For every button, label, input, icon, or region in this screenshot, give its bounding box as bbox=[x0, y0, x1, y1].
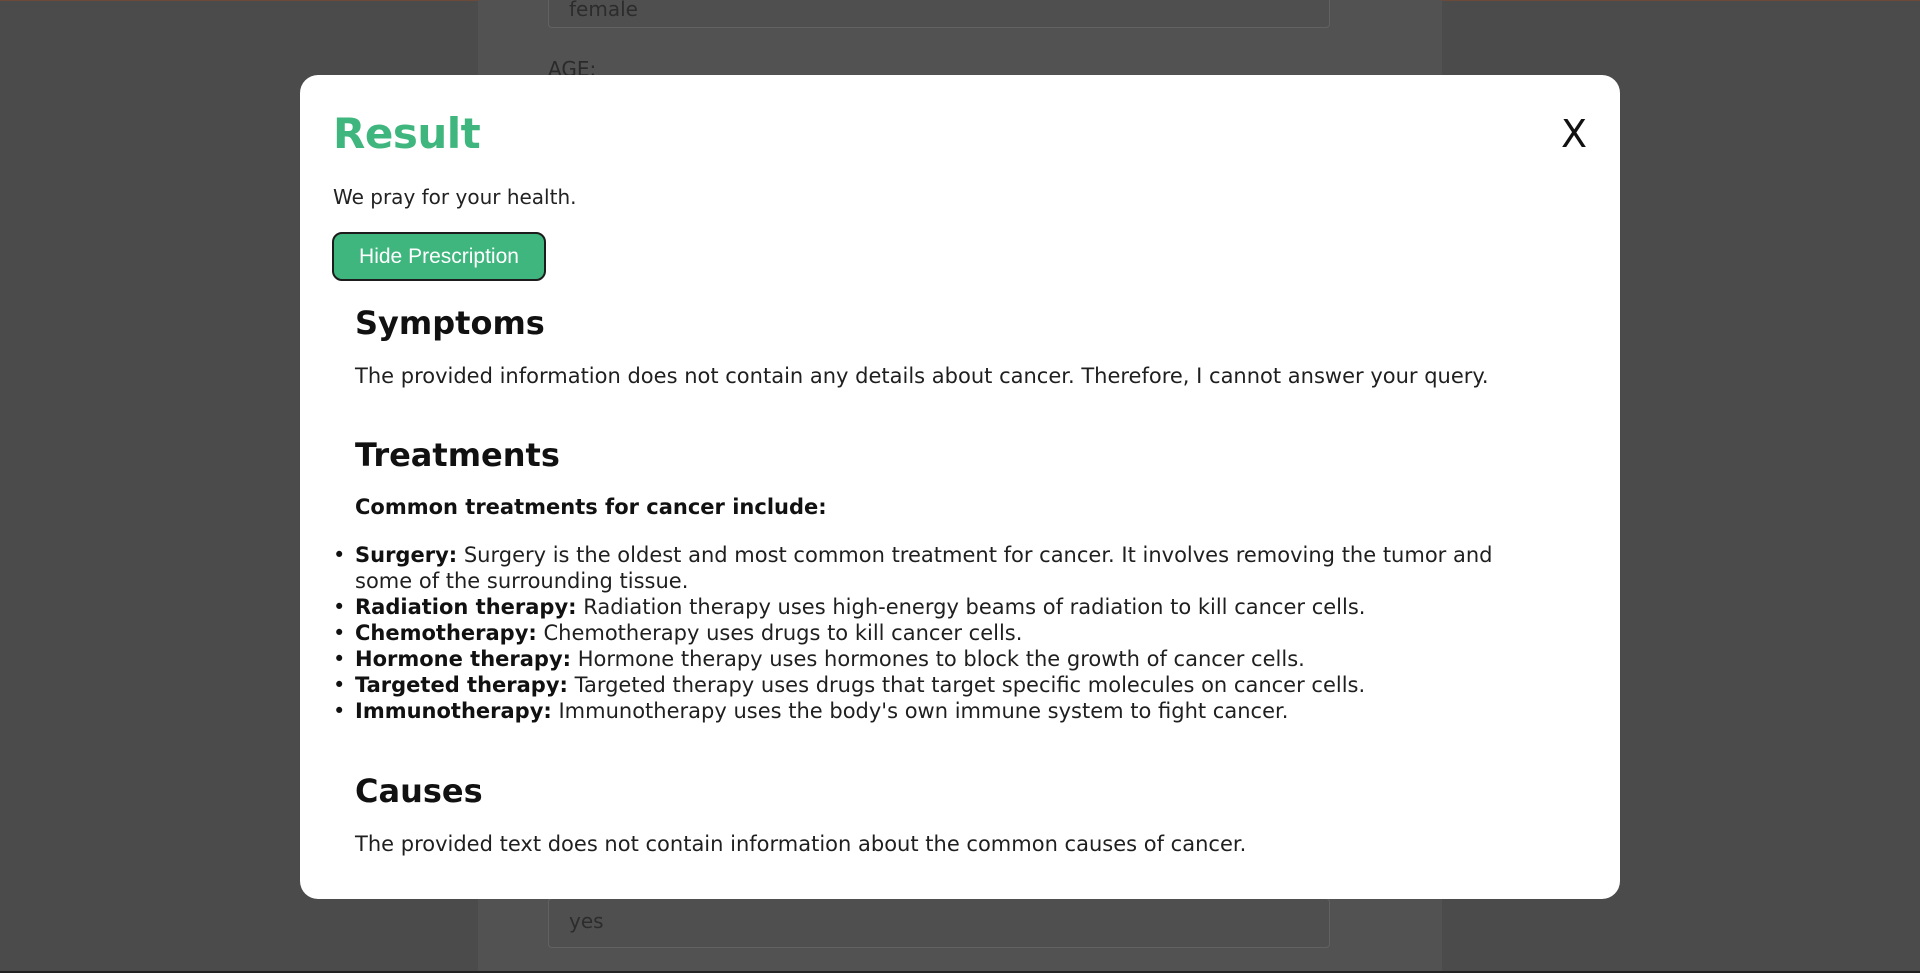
treatments-heading: Treatments bbox=[355, 436, 560, 474]
treatment-name: Immunotherapy: bbox=[355, 699, 552, 723]
gender-field-value: female bbox=[569, 0, 638, 21]
treatment-desc: Targeted therapy uses drugs that target … bbox=[567, 673, 1366, 697]
treatment-name: Radiation therapy: bbox=[355, 595, 577, 619]
treatment-name: Chemotherapy: bbox=[355, 621, 537, 645]
close-button[interactable]: X bbox=[1552, 112, 1596, 156]
list-item: Surgery: Surgery is the oldest and most … bbox=[333, 542, 1555, 594]
modal-subtitle: We pray for your health. bbox=[333, 185, 577, 209]
treatments-intro: Common treatments for cancer include: bbox=[355, 495, 827, 519]
causes-text: The provided text does not contain infor… bbox=[355, 832, 1247, 856]
list-item: Radiation therapy: Radiation therapy use… bbox=[333, 594, 1555, 620]
treatment-desc: Chemotherapy uses drugs to kill cancer c… bbox=[536, 621, 1023, 645]
hide-prescription-button[interactable]: Hide Prescription bbox=[332, 232, 546, 281]
treatment-name: Targeted therapy: bbox=[355, 673, 568, 697]
treatment-name: Hormone therapy: bbox=[355, 647, 572, 671]
treatment-name: Surgery: bbox=[355, 543, 458, 567]
treatment-desc: Hormone therapy uses hormones to block t… bbox=[571, 647, 1305, 671]
list-item: Hormone therapy: Hormone therapy uses ho… bbox=[333, 646, 1555, 672]
result-modal: Result X We pray for your health. Hide P… bbox=[300, 75, 1620, 899]
list-item: Chemotherapy: Chemotherapy uses drugs to… bbox=[333, 620, 1555, 646]
modal-title: Result bbox=[333, 109, 481, 158]
treatment-desc: Surgery is the oldest and most common tr… bbox=[355, 543, 1493, 593]
gender-field[interactable]: female bbox=[548, 0, 1330, 28]
causes-heading: Causes bbox=[355, 772, 483, 810]
list-item: Immunotherapy: Immunotherapy uses the bo… bbox=[333, 698, 1555, 724]
answer-field[interactable]: yes bbox=[548, 898, 1330, 948]
list-item: Targeted therapy: Targeted therapy uses … bbox=[333, 672, 1555, 698]
symptoms-text: The provided information does not contai… bbox=[355, 364, 1489, 388]
treatment-desc: Radiation therapy uses high-energy beams… bbox=[576, 595, 1366, 619]
symptoms-heading: Symptoms bbox=[355, 304, 545, 342]
treatments-list: Surgery: Surgery is the oldest and most … bbox=[333, 542, 1555, 724]
answer-field-value: yes bbox=[569, 909, 604, 933]
treatment-desc: Immunotherapy uses the body's own immune… bbox=[551, 699, 1289, 723]
